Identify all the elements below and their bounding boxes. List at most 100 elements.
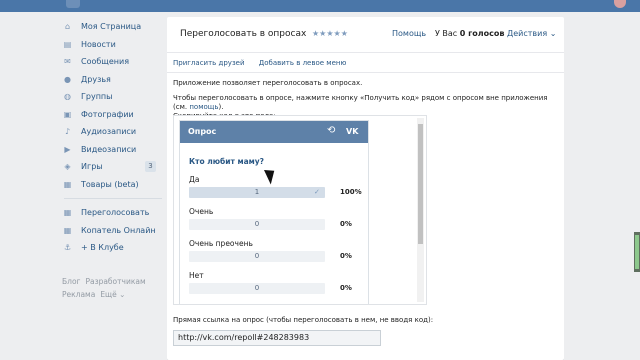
refresh-icon[interactable]: ⟲ <box>327 125 335 136</box>
check-icon: ✓ <box>314 188 320 196</box>
messages-icon: ✉ <box>64 57 71 67</box>
app-header: Переголосовать в опросах ★★★★★ Помощь У … <box>167 17 564 53</box>
app-grid-icon: ▦ <box>63 225 72 235</box>
sidebar-divider <box>64 198 162 199</box>
sidebar-footer-links: Блог Разработчикам Реклама Ещё ⌄ <box>62 275 162 301</box>
votes-count: 0 голосов <box>459 29 505 38</box>
rating-stars: ★★★★★ <box>312 29 348 38</box>
poll-question: Кто любит маму? <box>189 157 265 166</box>
sidebar-item-label: Фотографии <box>81 109 134 119</box>
sidebar-item-label: Группы <box>81 92 113 102</box>
sidebar-item-label: Моя Страница <box>81 22 142 32</box>
help-link[interactable]: Помощь <box>392 29 426 38</box>
sidebar-item-news[interactable]: ▤ Новости <box>62 36 162 54</box>
poll-option-bar[interactable]: 0 <box>189 219 325 230</box>
poll-option[interactable]: Нет 0 0% <box>189 271 364 294</box>
poll-preview-frame: Опрос ⟲ VK Кто любит маму? Да 1 ✓ 100% О… <box>173 115 427 305</box>
poll-option[interactable]: Очень преочень 0 0% <box>189 239 364 262</box>
sidebar-item-friends[interactable]: ● Друзья <box>62 71 162 89</box>
description-text: Чтобы переголосовать в опросе, нажмите к… <box>173 94 548 111</box>
scrollbar-thumb[interactable] <box>418 124 423 244</box>
sidebar-item-my-page[interactable]: ⌂ Моя Страница <box>62 18 162 36</box>
sidebar-item-label: Игры <box>81 162 103 172</box>
poll-option-count: 0 <box>254 252 260 260</box>
sidebar-item-music[interactable]: ♪ Аудиозаписи <box>62 123 162 141</box>
sidebar-item-label: Товары (beta) <box>81 179 139 189</box>
friends-icon: ● <box>64 74 71 84</box>
sidebar-item-label: Видеозаписи <box>81 144 137 154</box>
poll-header-title: Опрос <box>188 127 217 136</box>
poll-option-percent: 0% <box>340 284 352 292</box>
poll-header: Опрос ⟲ VK <box>180 121 368 143</box>
poll-option-count: 0 <box>254 284 260 292</box>
sidebar-item-messages[interactable]: ✉ Сообщения <box>62 53 162 71</box>
sidebar-item-label: Переголосовать <box>81 208 150 218</box>
footer-link-blog[interactable]: Блог <box>62 277 80 286</box>
sidebar-item-prefix: + <box>81 243 91 253</box>
groups-icon: ◍ <box>64 92 71 102</box>
games-icon: ◈ <box>64 162 71 172</box>
sidebar-item-label: Сообщения <box>81 57 130 67</box>
footer-link-developers[interactable]: Разработчикам <box>85 277 145 286</box>
add-to-menu-link[interactable]: Добавить в левое меню <box>259 59 347 67</box>
sidebar-item-video[interactable]: ▶ Видеозаписи <box>62 141 162 159</box>
sidebar-app-in-club[interactable]: ⚓ + В Клубе <box>62 239 162 257</box>
actions-menu[interactable]: Действия ⌄ <box>507 29 556 38</box>
app-card: Переголосовать в опросах ★★★★★ Помощь У … <box>167 17 564 360</box>
poll-option-percent: 0% <box>340 252 352 260</box>
direct-link-label: Прямая ссылка на опрос (чтобы переголосо… <box>173 316 434 324</box>
music-icon: ♪ <box>64 127 71 137</box>
poll-option[interactable]: Очень 0 0% <box>189 207 364 230</box>
anchor-icon: ⚓ <box>63 243 72 253</box>
sidebar-app-digger[interactable]: ▦ Копатель Онлайн <box>62 222 162 240</box>
poll-option-percent: 100% <box>340 188 362 196</box>
sidebar-item-goods[interactable]: ▦ Товары (beta) <box>62 176 162 194</box>
votes-prefix: У Вас <box>435 29 458 38</box>
description-line-2: Чтобы переголосовать в опросе, нажмите к… <box>173 94 553 112</box>
description-text-end: ). <box>218 103 224 111</box>
description-line-1: Приложение позволяет переголосовать в оп… <box>173 79 363 87</box>
avatar[interactable] <box>614 0 626 8</box>
invite-friends-link[interactable]: Пригласить друзей <box>173 59 245 67</box>
page-title: Переголосовать в опросах <box>180 29 307 39</box>
sidebar-item-label: В Клубе <box>90 243 124 253</box>
photos-icon: ▣ <box>63 109 72 119</box>
poll-widget: Опрос ⟲ VK Кто любит маму? Да 1 ✓ 100% О… <box>179 120 369 304</box>
poll-option-bar[interactable]: 0 <box>189 283 325 294</box>
sidebar-item-photos[interactable]: ▣ Фотографии <box>62 106 162 124</box>
poll-option-label: Очень <box>189 207 214 216</box>
sidebar-app-repoll[interactable]: ▦ Переголосовать <box>62 204 162 222</box>
window-edge-widget <box>634 232 640 272</box>
poll-option-bar[interactable]: 1 ✓ <box>189 187 325 198</box>
poll-option-count: 0 <box>254 220 260 228</box>
sidebar-item-label: Новости <box>81 39 116 49</box>
vk-logo[interactable] <box>66 0 80 8</box>
news-icon: ▤ <box>63 39 72 49</box>
poll-option-label: Очень преочень <box>189 239 253 248</box>
sidebar-item-label: Друзья <box>81 74 111 84</box>
poll-option-label: Нет <box>189 271 204 280</box>
footer-link-ads[interactable]: Реклама <box>62 290 95 299</box>
video-icon: ▶ <box>64 144 71 154</box>
footer-link-more[interactable]: Ещё ⌄ <box>100 290 125 299</box>
poll-option-count: 1 <box>254 188 260 196</box>
vk-icon[interactable]: VK <box>346 127 358 136</box>
sidebar-item-groups[interactable]: ◍ Группы <box>62 88 162 106</box>
goods-icon: ▦ <box>63 179 72 189</box>
left-sidebar: ⌂ Моя Страница ▤ Новости ✉ Сообщения ● Д… <box>62 18 162 257</box>
votes-balance: У Вас 0 голосов <box>435 29 504 38</box>
poll-frame-scrollbar[interactable] <box>417 118 424 302</box>
sidebar-item-label: Аудиозаписи <box>81 127 137 137</box>
poll-option-bar[interactable]: 0 <box>189 251 325 262</box>
subnav-divider <box>167 72 564 73</box>
sidebar-item-games[interactable]: ◈ Игры 3 <box>62 158 162 176</box>
app-subnav: Пригласить друзей Добавить в левое меню <box>173 59 358 67</box>
direct-link-field[interactable] <box>173 330 381 346</box>
top-navigation-bar <box>0 0 640 12</box>
help-inline-link[interactable]: помощь <box>189 103 218 111</box>
sidebar-item-label: Копатель Онлайн <box>81 225 156 235</box>
home-icon: ⌂ <box>64 22 71 32</box>
games-count-badge: 3 <box>145 161 156 172</box>
app-grid-icon: ▦ <box>63 208 72 218</box>
poll-option-percent: 0% <box>340 220 352 228</box>
